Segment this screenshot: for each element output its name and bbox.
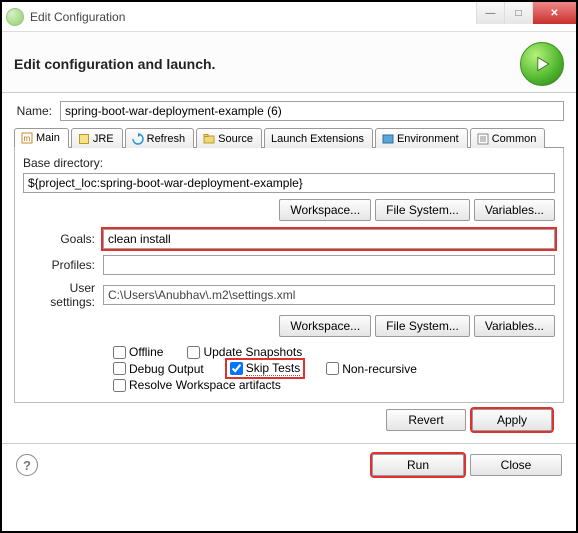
tab-launch-extensions[interactable]: Launch Extensions [264, 128, 373, 148]
tab-common[interactable]: Common [470, 128, 546, 148]
variables-button-2[interactable]: Variables... [474, 315, 555, 337]
environment-tab-icon [382, 133, 394, 145]
run-banner-icon [520, 42, 564, 86]
tab-main-label: Main [36, 132, 60, 144]
tab-bar: m Main JRE Refresh Source Launch Extensi… [14, 127, 564, 148]
filesystem-button-1[interactable]: File System... [375, 199, 470, 221]
workspace-button-2[interactable]: Workspace... [279, 315, 371, 337]
non-recursive-checkbox[interactable]: Non-recursive [326, 361, 417, 376]
run-button[interactable]: Run [372, 454, 464, 476]
update-snapshots-checkbox[interactable]: Update Snapshots [187, 345, 302, 359]
banner-heading: Edit configuration and launch. [14, 56, 520, 72]
tab-main[interactable]: m Main [14, 128, 69, 148]
refresh-tab-icon [132, 133, 144, 145]
debug-output-checkbox[interactable]: Debug Output [113, 361, 204, 376]
name-input[interactable] [60, 101, 564, 121]
maximize-button[interactable]: □ [504, 2, 532, 24]
tab-refresh-label: Refresh [147, 133, 186, 145]
tab-refresh[interactable]: Refresh [125, 128, 195, 148]
tab-jre[interactable]: JRE [71, 128, 123, 148]
window-title: Edit Configuration [30, 10, 476, 24]
dialog-banner: Edit configuration and launch. [2, 32, 576, 93]
tab-launch-extensions-label: Launch Extensions [271, 133, 364, 145]
revert-apply-row: Revert Apply [14, 403, 564, 437]
tab-environment[interactable]: Environment [375, 128, 468, 148]
source-tab-icon [203, 133, 215, 145]
skip-tests-checkbox[interactable]: Skip Tests [228, 361, 302, 376]
filesystem-button-2[interactable]: File System... [375, 315, 470, 337]
title-bar: Edit Configuration — □ ✕ [2, 2, 576, 32]
goals-label: Goals: [23, 232, 103, 246]
app-icon [6, 8, 24, 26]
workspace-button-1[interactable]: Workspace... [279, 199, 371, 221]
svg-text:m: m [24, 134, 31, 143]
base-directory-input[interactable] [23, 173, 555, 193]
common-tab-icon [477, 133, 489, 145]
base-directory-label: Base directory: [23, 156, 555, 170]
help-icon[interactable]: ? [16, 454, 38, 476]
close-button[interactable]: Close [470, 454, 562, 476]
close-window-button[interactable]: ✕ [532, 2, 576, 24]
goals-input[interactable] [103, 229, 555, 249]
main-tab-panel: Base directory: Workspace... File System… [14, 148, 564, 403]
name-row: Name: [14, 101, 564, 121]
tab-environment-label: Environment [397, 133, 459, 145]
dialog-footer: ? Run Close [2, 443, 576, 486]
jre-tab-icon [78, 133, 90, 145]
minimize-button[interactable]: — [476, 2, 504, 24]
tab-source-label: Source [218, 133, 253, 145]
tab-jre-label: JRE [93, 133, 114, 145]
resolve-workspace-artifacts-checkbox[interactable]: Resolve Workspace artifacts [113, 378, 281, 392]
user-settings-label: User settings: [23, 281, 103, 309]
tab-common-label: Common [492, 133, 537, 145]
apply-button[interactable]: Apply [472, 409, 552, 431]
offline-checkbox[interactable]: Offline [113, 345, 163, 359]
name-label: Name: [14, 104, 60, 118]
profiles-input[interactable] [103, 255, 555, 275]
variables-button-1[interactable]: Variables... [474, 199, 555, 221]
user-settings-input[interactable] [103, 285, 555, 305]
revert-button[interactable]: Revert [386, 409, 466, 431]
main-tab-icon: m [21, 132, 33, 144]
tab-source[interactable]: Source [196, 128, 262, 148]
profiles-label: Profiles: [23, 258, 103, 272]
